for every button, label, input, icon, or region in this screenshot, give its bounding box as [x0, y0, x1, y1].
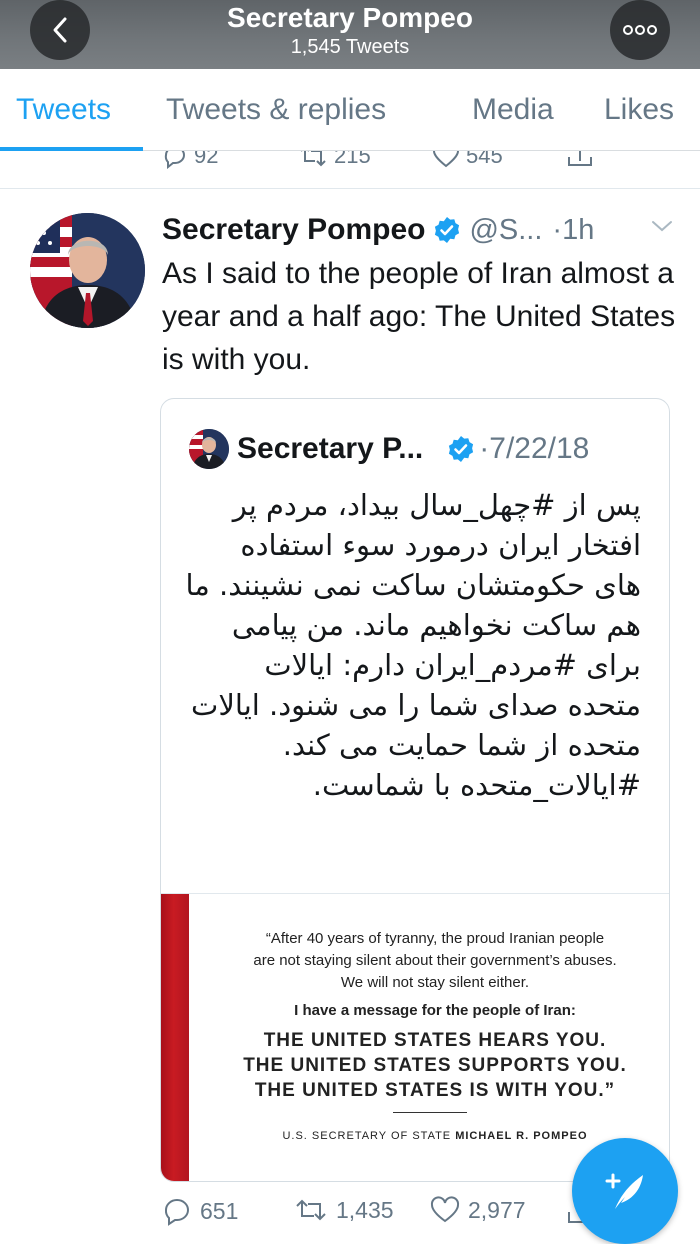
signature-title: U.S. SECRETARY OF STATE: [282, 1130, 456, 1142]
prev-like-count: 545: [466, 151, 503, 168]
tab-tweets[interactable]: Tweets: [16, 93, 111, 127]
like-count: 2,977: [468, 1196, 526, 1223]
header-title: Secretary Pompeo: [227, 2, 473, 33]
retweet-icon: [301, 151, 326, 167]
signature-name: MICHAEL R. POMPEO: [455, 1130, 588, 1142]
quote-line-7: THE UNITED STATES IS WITH YOU.”: [254, 1080, 616, 1101]
more-dots-icon: [623, 25, 657, 35]
share-icon: [568, 151, 592, 166]
author-avatar[interactable]: [30, 213, 145, 328]
retweet-button[interactable]: 1,435: [294, 1196, 394, 1224]
prev-retweet-button[interactable]: 215: [298, 151, 371, 169]
quoted-author-name: Secretary P...: [237, 432, 424, 465]
quote-line-2: are not staying silent about their gover…: [253, 952, 617, 969]
quote-line-5: THE UNITED STATES HEARS YOU.: [263, 1030, 607, 1051]
tweet-author-line: Secretary Pompeo @S... ·1h: [162, 210, 594, 250]
quoted-author-line: Secretary P... ·7/22/18: [237, 427, 589, 471]
reply-icon: [164, 151, 185, 169]
profile-header: Secretary Pompeo 1,545 Tweets: [0, 0, 700, 69]
tweet-text: As I said to the people of Iran almost a…: [162, 257, 676, 376]
chevron-down-icon: [652, 221, 672, 232]
reply-icon: [164, 1199, 189, 1226]
quote-line-1: “After 40 years of tyranny, the proud Ir…: [265, 930, 605, 947]
prev-share-button[interactable]: [566, 151, 594, 169]
quoted-tweet-image[interactable]: “After 40 years of tyranny, the proud Ir…: [161, 893, 669, 1181]
quote-line-6: THE UNITED STATES SUPPORTS YOU.: [243, 1055, 627, 1076]
tweet-time[interactable]: ·1h: [552, 214, 594, 247]
more-button[interactable]: [610, 0, 670, 60]
quoted-tweet-card[interactable]: Secretary P... ·7/22/18 پس از #چهل_سال ب…: [160, 398, 670, 1182]
tab-likes[interactable]: Likes: [604, 93, 674, 127]
tab-media[interactable]: Media: [472, 93, 554, 127]
portrait-image: [189, 429, 229, 469]
tweet-menu-button[interactable]: [650, 218, 674, 238]
prev-reply-button[interactable]: 92: [162, 151, 218, 169]
tweet-count: 1,545 Tweets: [290, 36, 410, 58]
prev-reply-count: 92: [194, 151, 219, 168]
like-button[interactable]: 2,977: [430, 1196, 526, 1224]
prev-like-button[interactable]: 545: [432, 151, 503, 169]
compose-tweet-icon: [605, 1173, 643, 1209]
reply-count: 651: [200, 1197, 239, 1224]
verified-badge-icon: [447, 435, 475, 463]
red-border-strip: [161, 894, 189, 1181]
previous-tweet-actions: 92 215 545: [0, 151, 700, 189]
retweet-icon: [296, 1199, 326, 1221]
heart-icon: [430, 1196, 460, 1223]
quote-signature: U.S. SECRETARY OF STATE MICHAEL R. POMPE…: [201, 1130, 669, 1142]
reply-button[interactable]: 651: [162, 1196, 238, 1226]
quote-line-4: I have a message for the people of Iran:: [294, 1002, 576, 1019]
quote-line-3: We will not stay silent either.: [340, 974, 530, 991]
tab-tweets-replies[interactable]: Tweets & replies: [166, 93, 386, 127]
quoted-author-avatar: [189, 429, 229, 469]
heart-icon: [433, 151, 459, 168]
verified-badge-icon: [433, 216, 461, 244]
author-name[interactable]: Secretary Pompeo: [162, 213, 425, 247]
quoted-tweet-text: پس از #چهل_سال بیداد، مردم پر افتخار ایر…: [185, 488, 641, 802]
profile-tabs: Tweets Tweets & replies Media Likes: [0, 69, 700, 151]
compose-tweet-button[interactable]: [572, 1138, 678, 1244]
author-handle[interactable]: @S...: [469, 214, 542, 247]
quoted-tweet-time: ·7/22/18: [479, 432, 590, 465]
signature-divider: [393, 1112, 467, 1113]
portrait-image: [30, 213, 145, 328]
retweet-count: 1,435: [336, 1196, 394, 1223]
prev-retweet-count: 215: [334, 151, 371, 168]
